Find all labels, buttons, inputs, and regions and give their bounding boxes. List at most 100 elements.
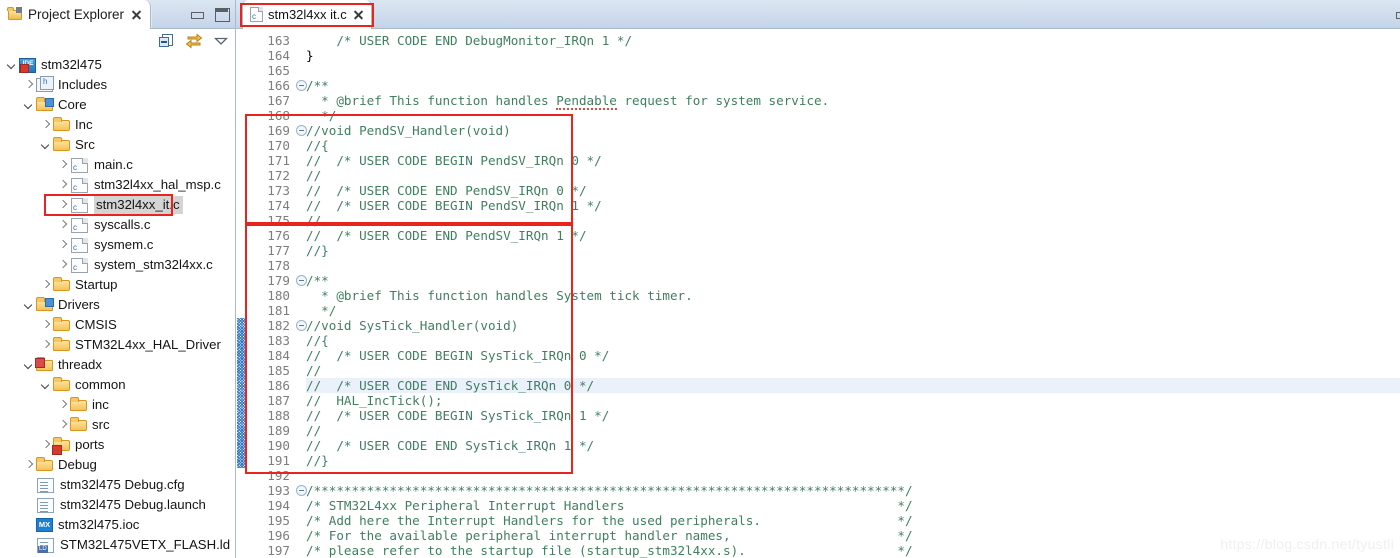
code-line[interactable]: */ — [306, 108, 1400, 123]
code-line[interactable]: //{ — [306, 138, 1400, 153]
line-number: 196 — [267, 528, 290, 543]
code-line[interactable]: // — [306, 213, 1400, 228]
code-line[interactable]: /** — [306, 78, 1400, 93]
chevron-down-icon[interactable] — [5, 59, 18, 72]
chevron-right-icon[interactable] — [56, 399, 69, 412]
code-line[interactable]: //void PendSV_Handler(void) — [306, 123, 1400, 138]
chevron-right-icon[interactable] — [56, 419, 69, 432]
cubemx-icon — [36, 518, 53, 532]
code-line[interactable]: } — [306, 48, 1400, 63]
tree-item[interactable]: ports — [0, 435, 235, 455]
code-line[interactable]: * @brief This function handles Pendable … — [306, 93, 1400, 110]
chevron-right-icon[interactable] — [39, 319, 52, 332]
tree-item[interactable]: stm32l475.ioc — [0, 515, 235, 535]
tree-item[interactable]: Src — [0, 135, 235, 155]
view-menu-icon[interactable] — [212, 32, 230, 50]
code-line[interactable] — [306, 63, 1400, 78]
close-icon[interactable] — [352, 9, 364, 21]
line-number: 163 — [267, 33, 290, 48]
tree-item[interactable]: Startup — [0, 275, 235, 295]
tree-item[interactable]: sysmem.c — [0, 235, 235, 255]
chevron-down-icon[interactable] — [39, 139, 52, 152]
tree-item[interactable]: Inc — [0, 115, 235, 135]
tab-stm32l4xx-it-c[interactable]: c stm32l4xx it.c — [242, 0, 372, 29]
code-line[interactable] — [306, 468, 1400, 483]
code-line[interactable]: // /* USER CODE END PendSV_IRQn 0 */ — [306, 183, 1400, 198]
tree-item[interactable]: common — [0, 375, 235, 395]
chevron-right-icon[interactable] — [39, 339, 52, 352]
tree-item[interactable]: stm32l475 Debug.cfg — [0, 475, 235, 495]
code-line[interactable]: // /* USER CODE END SysTick_IRQn 0 */ — [306, 378, 1400, 393]
tree-item[interactable]: system_stm32l4xx.c — [0, 255, 235, 275]
tree-item[interactable]: stm32l475 Debug.launch — [0, 495, 235, 515]
tree-item[interactable]: main.c — [0, 155, 235, 175]
tree-item[interactable]: STM32L475VETX_FLASH.ld — [0, 535, 235, 555]
chevron-right-icon[interactable] — [39, 439, 52, 452]
chevron-down-icon[interactable] — [22, 359, 35, 372]
line-number: 188 — [267, 408, 290, 423]
code-line[interactable]: /* STM32L4xx Peripheral Interrupt Handle… — [306, 498, 1400, 513]
chevron-right-icon[interactable] — [56, 179, 69, 192]
code-token: * @brief This function handles — [306, 93, 557, 108]
chevron-down-icon[interactable] — [22, 99, 35, 112]
maximize-icon[interactable] — [214, 7, 230, 22]
code-line[interactable]: // HAL_IncTick(); — [306, 393, 1400, 408]
tree-item[interactable]: threadx — [0, 355, 235, 375]
code-line[interactable]: // /* USER CODE BEGIN SysTick_IRQn 1 */ — [306, 408, 1400, 423]
chevron-right-icon[interactable] — [56, 159, 69, 172]
code-line[interactable]: /** — [306, 273, 1400, 288]
code-line[interactable]: // /* USER CODE END SysTick_IRQn 1 */ — [306, 438, 1400, 453]
tree-item-label: Drivers — [58, 297, 100, 312]
chevron-right-icon[interactable] — [22, 79, 35, 92]
chevron-right-icon[interactable] — [22, 459, 35, 472]
code-line[interactable]: // — [306, 168, 1400, 183]
tree-item[interactable]: Includes — [0, 75, 235, 95]
code-line[interactable]: // /* USER CODE BEGIN PendSV_IRQn 0 */ — [306, 153, 1400, 168]
code-line[interactable]: * @brief This function handles System ti… — [306, 288, 1400, 303]
code-line[interactable]: // /* USER CODE END PendSV_IRQn 1 */ — [306, 228, 1400, 243]
tree-item[interactable]: STM32L4xx_HAL_Driver — [0, 335, 235, 355]
code-line[interactable]: //} — [306, 453, 1400, 468]
tab-project-explorer[interactable]: Project Explorer — [0, 0, 152, 29]
code-line[interactable]: // /* USER CODE BEGIN PendSV_IRQn 1 */ — [306, 198, 1400, 213]
code-line[interactable]: //} — [306, 243, 1400, 258]
tree-item[interactable]: Core — [0, 95, 235, 115]
collapse-all-icon[interactable] — [158, 32, 176, 50]
tree-item[interactable]: stm32l4xx_hal_msp.c — [0, 175, 235, 195]
code-line[interactable]: */ — [306, 303, 1400, 318]
chevron-right-icon[interactable] — [56, 239, 69, 252]
close-icon[interactable] — [130, 9, 142, 21]
eclipse-ide-window: Project Explorer IDE stm32l475 h Include… — [0, 0, 1400, 558]
code-line[interactable]: /* Add here the Interrupt Handlers for t… — [306, 513, 1400, 528]
tree-item[interactable]: stm32l475 — [0, 55, 235, 75]
tree-item[interactable]: src — [0, 415, 235, 435]
chevron-right-icon[interactable] — [56, 259, 69, 272]
code-line[interactable]: /***************************************… — [306, 483, 1400, 498]
chevron-right-icon[interactable] — [56, 219, 69, 232]
chevron-down-icon[interactable] — [39, 379, 52, 392]
chevron-right-icon[interactable] — [56, 199, 69, 212]
code-line[interactable]: // — [306, 363, 1400, 378]
code-line[interactable]: /* USER CODE END DebugMonitor_IRQn 1 */ — [306, 33, 1400, 48]
link-with-editor-icon[interactable] — [185, 32, 203, 50]
tree-item[interactable]: stm32l4xx_it.c — [0, 195, 235, 215]
tree-item[interactable]: CMSIS — [0, 315, 235, 335]
code-editor[interactable]: 163 164 165 166 167 168 169 170 171 172 173 174 175 1… — [236, 29, 1400, 558]
project-tree[interactable]: stm32l475 Includes Core Inc Src main.c stm32l4… — [0, 53, 235, 558]
tree-item[interactable]: syscalls.c — [0, 215, 235, 235]
code-line[interactable]: //{ — [306, 333, 1400, 348]
tree-item[interactable]: Drivers — [0, 295, 235, 315]
line-number: 171 — [267, 153, 290, 168]
chevron-down-icon[interactable] — [22, 299, 35, 312]
chevron-right-icon[interactable] — [39, 279, 52, 292]
code-text[interactable]: /* USER CODE END DebugMonitor_IRQn 1 */}… — [306, 29, 1400, 558]
code-line[interactable] — [306, 258, 1400, 273]
line-number: 187 — [267, 393, 290, 408]
code-line[interactable]: //void SysTick_Handler(void) — [306, 318, 1400, 333]
tree-item[interactable]: Debug — [0, 455, 235, 475]
code-line[interactable]: // — [306, 423, 1400, 438]
minimize-icon[interactable] — [189, 7, 204, 21]
tree-item[interactable]: inc — [0, 395, 235, 415]
chevron-right-icon[interactable] — [39, 119, 52, 132]
code-line[interactable]: // /* USER CODE BEGIN SysTick_IRQn 0 */ — [306, 348, 1400, 363]
